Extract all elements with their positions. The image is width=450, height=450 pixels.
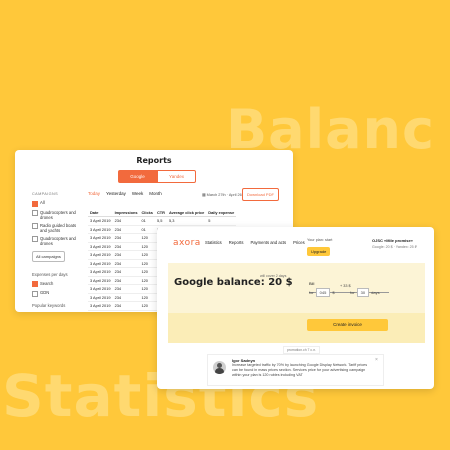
table-cell: 3 April 2019 [88,225,113,234]
all-campaigns-button[interactable]: All campaigns [32,250,65,262]
download-pdf-button[interactable]: Download PDF [242,188,279,201]
account-name[interactable]: OJSC «Mile promise» [372,238,413,243]
checkbox-checked-icon [32,281,38,287]
plan-label: Your plan: start [307,238,333,242]
axora-window: axora Statistics Reports Payments and ac… [157,227,434,389]
table-cell: 234 [112,250,140,260]
yandex-tab[interactable]: Yandex [157,170,196,183]
table-cell: 3 April 2019 [88,250,113,260]
ad-network-toggle: Google Yandex [118,170,196,183]
checkbox-icon [32,290,38,297]
google-tab[interactable]: Google [118,170,157,183]
table-cell: 3 April 2019 [88,216,113,226]
campaign-checkbox[interactable]: Quadrocopters and drones [32,236,84,246]
balance-panel [168,263,425,343]
promotion-tag: promotion.ch 7 с.л. [283,346,320,354]
table-header[interactable]: Impressions [112,202,140,217]
popular-keywords-link[interactable]: Popular keywords [32,303,84,308]
table-cell: 234 [112,301,140,311]
table-header[interactable]: Date [88,202,113,217]
table-cell: 3 April 2019 [88,310,113,312]
filter-today[interactable]: Today [88,191,100,196]
table-cell: 120 [139,293,155,302]
table-cell: 234 [112,233,140,243]
upgrade-button[interactable]: Upgrade [307,247,331,256]
table-cell: 234 [112,259,140,268]
checkbox-checked-icon [32,200,38,207]
campaign-checkbox-all[interactable]: All [32,200,84,207]
table-cell: 120 [139,259,155,268]
table-cell: 5,5 [154,216,167,226]
table-cell: 01 [139,216,155,226]
table-cell: 234 [112,225,140,234]
table-cell: 3 April 2019 [88,293,113,302]
table-cell: 120 [139,233,155,243]
table-header[interactable]: Daily expense [206,202,237,217]
table-cell: 5,3 [166,216,207,226]
account-balances: Google: 20 $ · Yandex: 25 ₽ [372,245,417,249]
nav-reports[interactable]: Reports [229,240,244,245]
table-row: 3 April 2019234015,55,35 [88,216,237,226]
table-cell: 234 [112,284,140,294]
bill-label: Bill [309,281,315,286]
testimonial-text: Increase targeted traffic by 70% by laun… [232,363,368,377]
balance-duration: will cover 2 days [260,274,287,278]
nav-payments[interactable]: Payments and acts [250,240,286,245]
reports-title: Reports [136,156,172,165]
table-cell: 5 [206,216,237,226]
reports-sidebar: CAMPAIGNS All Quadrocopters and drones R… [32,192,84,308]
checkbox-icon [32,223,38,229]
table-cell: 01 [139,225,155,234]
campaign-checkbox[interactable]: Radio guided boats and yachts [32,223,84,233]
create-invoice-button[interactable]: Create invoice [307,319,388,331]
table-cell: 234 [112,310,140,312]
axora-logo[interactable]: axora [173,238,201,248]
nav-prices[interactable]: Prices [293,240,305,245]
campaign-checkbox[interactable]: Quadrocopters and drones [32,210,84,220]
table-cell: 120 [139,267,155,277]
amount-input[interactable]: 045 [315,288,331,297]
main-nav: Statistics Reports Payments and acts Pri… [205,240,305,245]
table-cell: 3 April 2019 [88,259,113,268]
amount-group: for 045 $ [309,288,335,297]
days-group: for 30 days [350,288,380,297]
filter-yesterday[interactable]: Yesterday [106,191,126,196]
nav-statistics[interactable]: Statistics [205,240,222,245]
table-cell: 3 April 2019 [88,267,113,277]
avatar [213,361,226,374]
table-cell: 234 [112,293,140,302]
campaigns-heading: CAMPAIGNS [32,192,59,196]
table-cell: 3 April 2019 [88,242,113,251]
table-cell: 234 [112,267,140,277]
table-header[interactable]: Average click price [166,202,207,217]
table-cell: 234 [112,276,140,285]
filter-week[interactable]: Week [132,191,143,196]
expense-checkbox-search[interactable]: Search [32,281,84,287]
table-header[interactable]: Clicks [139,202,155,217]
table-cell: 120 [139,301,155,311]
expense-checkbox-gdn[interactable]: GDN [32,290,84,297]
table-cell: 120 [139,250,155,260]
table-cell: 3 April 2019 [88,301,113,311]
expenses-heading: Expenses per days [32,271,68,277]
checkbox-icon [32,236,38,242]
table-cell: 120 [139,310,155,312]
testimonial-card: Igor Sadnyn Increase targeted traffic by… [207,354,384,386]
table-cell: 3 April 2019 [88,233,113,243]
table-cell: 120 [139,242,155,251]
table-cell: 234 [112,216,140,226]
checkbox-icon [32,210,38,216]
table-cell: 120 [139,284,155,294]
table-cell: 234 [112,242,140,251]
table-cell: 3 April 2019 [88,284,113,294]
table-cell: 120 [139,276,155,285]
filter-month[interactable]: Month [149,191,162,196]
balance-title: Google balance: 20 $ [174,277,293,288]
table-cell: 3 April 2019 [88,276,113,285]
table-header[interactable]: CTR [154,202,167,217]
days-input[interactable]: 30 [356,288,370,297]
period-filters: Today Yesterday Week Month [88,191,162,196]
date-range[interactable]: ▦ March 27th · April 26 [202,192,242,197]
close-icon[interactable]: × [375,357,378,363]
